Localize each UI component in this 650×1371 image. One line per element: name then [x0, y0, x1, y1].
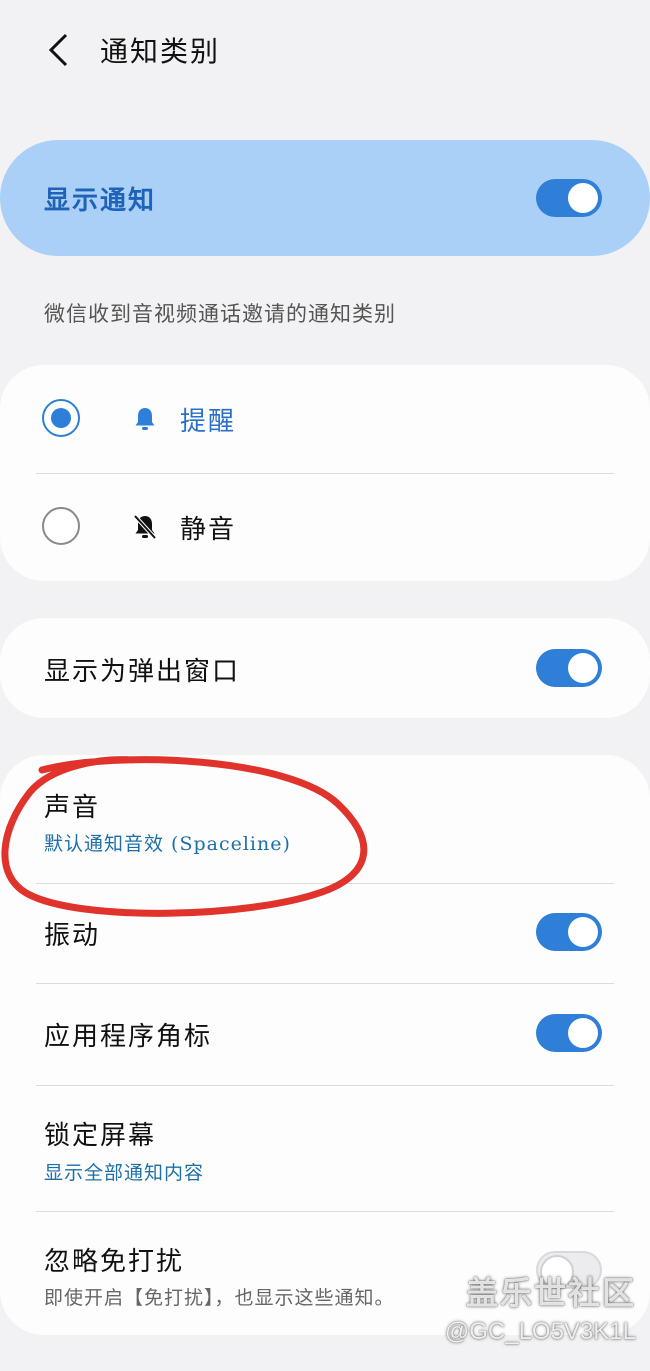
lock-screen-value: 显示全部通知内容 [44, 1162, 205, 1184]
sound-label: 声音 [44, 793, 101, 823]
bell-icon [135, 408, 155, 430]
lock-screen-row[interactable]: 锁定屏幕 显示全部通知内容 [0, 1085, 650, 1211]
silent-label: 静音 [180, 515, 237, 545]
silent-radio[interactable] [42, 507, 80, 545]
settings-card: 声音 默认通知音效 (Spaceline) 振动 应用程序角标 锁定屏幕 显示全… [0, 755, 650, 1335]
dnd-override-desc: 即使开启【免打扰】，也显示这些通知。 [44, 1287, 395, 1309]
mode-option-alert[interactable]: 提醒 [0, 365, 650, 473]
watermark-brand: 盖乐世社区 [465, 1274, 636, 1312]
vibration-label: 振动 [44, 921, 101, 951]
popup-toggle[interactable] [536, 649, 602, 687]
sound-row[interactable]: 声音 默认通知音效 (Spaceline) [0, 755, 650, 883]
page-title: 通知类别 [100, 35, 221, 68]
lock-screen-label: 锁定屏幕 [44, 1121, 157, 1151]
vibration-row[interactable]: 振动 [0, 883, 650, 983]
alert-radio[interactable] [42, 399, 80, 437]
popup-row[interactable]: 显示为弹出窗口 [0, 618, 650, 718]
vibration-toggle[interactable] [536, 913, 602, 951]
popup-label: 显示为弹出窗口 [44, 657, 241, 687]
mode-option-silent[interactable]: 静音 [0, 473, 650, 581]
dnd-override-label: 忽略免打扰 [44, 1247, 185, 1277]
badge-label: 应用程序角标 [44, 1022, 213, 1052]
show-notifications-label: 显示通知 [44, 186, 157, 216]
sound-value: 默认通知音效 (Spaceline) [44, 833, 291, 855]
chevron-left-icon [48, 33, 68, 67]
watermark-user: @GC_LO5V3K1L [444, 1318, 636, 1345]
badge-row[interactable]: 应用程序角标 [0, 983, 650, 1085]
badge-toggle[interactable] [536, 1014, 602, 1052]
show-notifications-row[interactable]: 显示通知 [0, 140, 650, 256]
back-button[interactable] [30, 22, 86, 78]
alert-label: 提醒 [180, 407, 237, 437]
bell-off-icon [133, 514, 157, 540]
app-header: 通知类别 [0, 0, 650, 105]
alert-mode-card: 提醒 静音 [0, 365, 650, 581]
category-description: 微信收到音视频通话邀请的通知类别 [44, 302, 396, 326]
show-notifications-toggle[interactable] [536, 179, 602, 217]
